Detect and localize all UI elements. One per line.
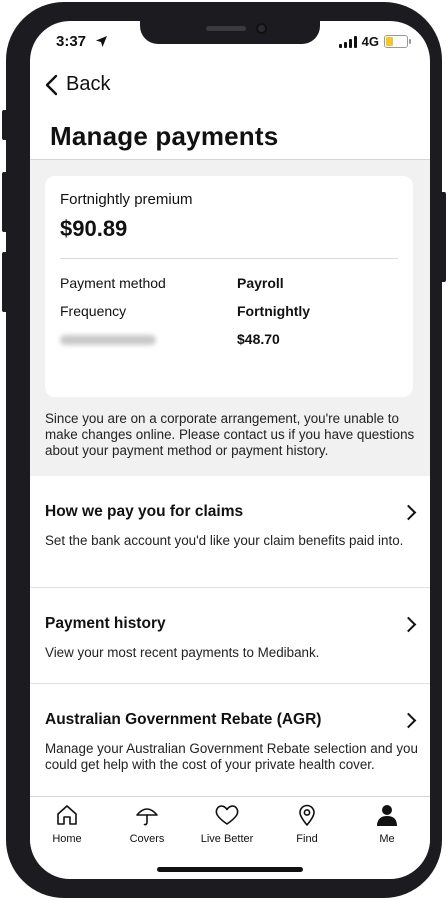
chevron-left-icon — [45, 74, 58, 95]
back-button[interactable]: Back — [44, 73, 110, 96]
heart-icon — [215, 805, 239, 825]
frequency-key: Frequency — [60, 303, 127, 319]
section-title: Payment history — [45, 615, 166, 632]
tab-live-better[interactable]: Live Better — [187, 803, 267, 845]
tab-covers[interactable]: Covers — [107, 803, 187, 845]
home-indicator — [157, 867, 303, 872]
chevron-right-icon — [400, 504, 417, 521]
signal-icon — [338, 35, 357, 48]
tab-home[interactable]: Home — [30, 803, 107, 845]
back-label: Back — [66, 73, 111, 95]
frequency-value: Fortnightly — [237, 303, 311, 319]
payment-method-value: Payroll — [237, 275, 284, 291]
payment-method-key: Payment method — [60, 275, 166, 291]
volume-down-button — [2, 252, 8, 312]
tab-me[interactable]: Me — [347, 803, 427, 845]
agr-section[interactable]: Australian Government Rebate (AGR) Manag… — [30, 684, 430, 796]
redacted-key — [60, 331, 156, 348]
tab-label: Home — [52, 833, 82, 845]
card-divider — [60, 258, 398, 259]
home-icon — [57, 805, 77, 825]
claims-payment-section[interactable]: How we pay you for claims Set the bank a… — [30, 476, 430, 588]
location-arrow-icon — [95, 35, 108, 52]
payment-history-section[interactable]: Payment history View your most recent pa… — [30, 588, 430, 684]
corporate-notice: Since you are on a corporate arrangement… — [45, 411, 415, 458]
section-title: Australian Government Rebate (AGR) — [45, 711, 322, 728]
section-description: Manage your Australian Government Rebate… — [45, 741, 418, 772]
tab-bar: Home Covers Live Better Find Me — [30, 796, 430, 857]
blurred-text — [60, 335, 156, 345]
battery-icon — [384, 35, 411, 48]
section-description: Set the bank account you'd like your cla… — [45, 533, 404, 548]
screen: 3:37 4G Back Manage payments Fortnightly… — [30, 21, 430, 879]
volume-up-button — [2, 172, 8, 232]
section-title: How we pay you for claims — [45, 503, 244, 520]
network-type: 4G — [361, 34, 379, 49]
chevron-right-icon — [400, 712, 417, 729]
person-icon — [377, 805, 397, 826]
redacted-value: $48.70 — [237, 331, 280, 347]
tab-find[interactable]: Find — [267, 803, 347, 845]
speaker — [206, 26, 246, 31]
tab-label: Find — [296, 833, 318, 845]
page-title: Manage payments — [50, 121, 279, 151]
premium-amount: $90.89 — [60, 216, 128, 241]
premium-card: Fortnightly premium $90.89 Payment metho… — [45, 176, 413, 397]
chevron-right-icon — [400, 616, 417, 633]
tab-label: Me — [379, 833, 395, 845]
premium-label: Fortnightly premium — [60, 191, 193, 208]
mute-switch — [2, 110, 8, 140]
status-bar: 3:37 4G — [30, 33, 430, 53]
phone-frame: 3:37 4G Back Manage payments Fortnightly… — [2, 2, 446, 898]
tab-label: Live Better — [200, 833, 254, 845]
tab-label: Covers — [129, 833, 165, 845]
section-description: View your most recent payments to Mediba… — [45, 645, 320, 660]
status-time: 3:37 — [56, 33, 87, 50]
location-pin-icon — [299, 804, 315, 826]
power-button — [440, 192, 446, 282]
umbrella-icon — [136, 808, 158, 826]
